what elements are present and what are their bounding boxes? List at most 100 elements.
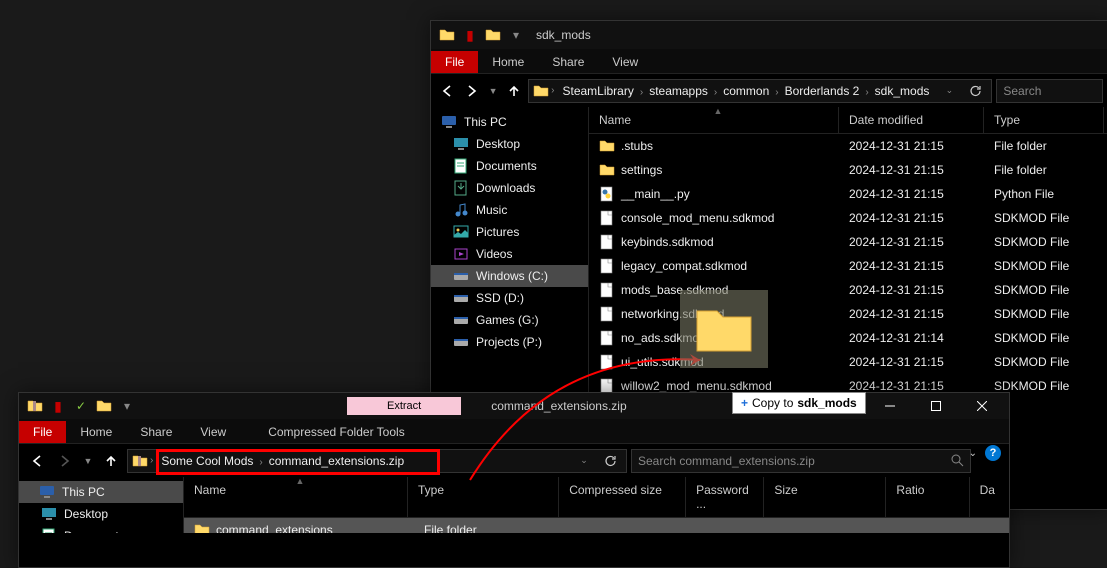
sidebar-this-pc[interactable]: This PC bbox=[19, 481, 183, 503]
breadcrumb[interactable]: Some Cool Mods bbox=[155, 452, 259, 470]
refresh-button[interactable] bbox=[963, 79, 987, 103]
sidebar-item-label: Documents bbox=[64, 529, 125, 533]
sidebar-this-pc[interactable]: This PC bbox=[431, 111, 588, 133]
file-name: __main__.py bbox=[621, 187, 690, 201]
sidebar-item[interactable]: Games (G:) bbox=[431, 309, 588, 331]
sidebar-item[interactable]: Pictures bbox=[431, 221, 588, 243]
maximize-button[interactable] bbox=[913, 392, 959, 420]
col-date[interactable]: Da bbox=[970, 477, 1009, 517]
tab-view[interactable]: View bbox=[186, 421, 240, 443]
tab-view[interactable]: View bbox=[598, 51, 652, 73]
cell-name: __main__.py bbox=[589, 184, 839, 204]
table-row[interactable]: __main__.py2024-12-31 21:15Python File bbox=[589, 182, 1107, 206]
sidebar-item[interactable]: Music bbox=[431, 199, 588, 221]
sidebar-item[interactable]: Downloads bbox=[431, 177, 588, 199]
search-input[interactable]: Search bbox=[996, 79, 1103, 103]
col-ratio[interactable]: Ratio bbox=[886, 477, 969, 517]
sidebar-item[interactable]: Documents bbox=[19, 525, 183, 533]
addr-dropdown[interactable]: ⌄ bbox=[572, 449, 596, 473]
table-row[interactable]: .stubs2024-12-31 21:15File folder bbox=[589, 134, 1107, 158]
col-password[interactable]: Password ... bbox=[686, 477, 764, 517]
qat-item[interactable] bbox=[483, 25, 503, 45]
tooltip-action: Copy to bbox=[752, 396, 793, 410]
file-icon bbox=[599, 210, 615, 226]
cell-name: legacy_compat.sdkmod bbox=[589, 256, 839, 276]
table-row[interactable]: ui_utils.sdkmod2024-12-31 21:15SDKMOD Fi… bbox=[589, 350, 1107, 374]
qat-check[interactable]: ✓ bbox=[71, 396, 91, 416]
picture-icon bbox=[453, 224, 469, 240]
sidebar-item[interactable]: Projects (P:) bbox=[431, 331, 588, 353]
qat-dropdown-icon[interactable]: ▾ bbox=[117, 396, 137, 416]
chevron-right-icon[interactable]: › bbox=[551, 85, 554, 96]
tab-share[interactable]: Share bbox=[538, 51, 598, 73]
file-name: legacy_compat.sdkmod bbox=[621, 259, 747, 273]
breadcrumb[interactable]: sdk_mods bbox=[869, 82, 936, 100]
sidebar-item[interactable]: Windows (C:) bbox=[431, 265, 588, 287]
col-name[interactable]: Name▲ bbox=[184, 477, 408, 517]
table-row[interactable]: console_mod_menu.sdkmod2024-12-31 21:15S… bbox=[589, 206, 1107, 230]
help-icon[interactable]: ? bbox=[985, 445, 1001, 461]
table-row[interactable]: settings2024-12-31 21:15File folder bbox=[589, 158, 1107, 182]
table-row[interactable]: networking.sdkmod2024-12-31 21:15SDKMOD … bbox=[589, 302, 1107, 326]
cell-type: SDKMOD File bbox=[984, 329, 1104, 347]
sidebar-item[interactable]: Documents bbox=[431, 155, 588, 177]
titlebar[interactable]: ▮ ▾ sdk_mods bbox=[431, 21, 1107, 49]
address-bar[interactable]: › Some Cool Mods›command_extensions.zip … bbox=[127, 449, 627, 473]
sidebar-item[interactable]: SSD (D:) bbox=[431, 287, 588, 309]
col-date[interactable]: Date modified bbox=[839, 107, 984, 133]
up-button[interactable] bbox=[503, 79, 524, 103]
sidebar-item[interactable]: Desktop bbox=[19, 503, 183, 525]
window-title: sdk_mods bbox=[536, 28, 591, 42]
table-row[interactable]: no_ads.sdkmod2024-12-31 21:14SDKMOD File bbox=[589, 326, 1107, 350]
minimize-button[interactable] bbox=[867, 392, 913, 420]
chevron-right-icon[interactable]: › bbox=[150, 455, 153, 466]
tab-compressed-tools[interactable]: Compressed Folder Tools bbox=[254, 421, 419, 443]
sidebar-item[interactable]: Videos bbox=[431, 243, 588, 265]
folder-icon bbox=[599, 162, 615, 178]
col-name[interactable]: Name▲ bbox=[589, 107, 839, 133]
expand-ribbon-icon[interactable]: ⌄ bbox=[969, 448, 977, 459]
table-row[interactable]: keybinds.sdkmod2024-12-31 21:15SDKMOD Fi… bbox=[589, 230, 1107, 254]
tab-home[interactable]: Home bbox=[66, 421, 126, 443]
qat-item[interactable] bbox=[94, 396, 114, 416]
col-size[interactable]: Size bbox=[764, 477, 886, 517]
col-type[interactable]: Type bbox=[408, 477, 559, 517]
cell-date: 2024-12-31 21:15 bbox=[839, 353, 984, 371]
up-button[interactable] bbox=[99, 449, 123, 473]
qat-divider: ▮ bbox=[48, 396, 68, 416]
recent-dropdown[interactable]: ▼ bbox=[487, 79, 499, 103]
search-input[interactable]: Search command_extensions.zip bbox=[631, 449, 971, 473]
address-bar[interactable]: › SteamLibrary›steamapps›common›Borderla… bbox=[528, 79, 992, 103]
back-button[interactable] bbox=[437, 79, 458, 103]
python-icon bbox=[599, 186, 615, 202]
close-button[interactable] bbox=[959, 392, 1005, 420]
sidebar-item[interactable]: Desktop bbox=[431, 133, 588, 155]
cell-date: 2024-12-31 21:15 bbox=[839, 257, 984, 275]
file-icon bbox=[599, 306, 615, 322]
tab-share[interactable]: Share bbox=[126, 421, 186, 443]
recent-dropdown[interactable]: ▼ bbox=[81, 449, 95, 473]
tab-file[interactable]: File bbox=[431, 51, 478, 73]
forward-button[interactable] bbox=[462, 79, 483, 103]
table-row[interactable]: legacy_compat.sdkmod2024-12-31 21:15SDKM… bbox=[589, 254, 1107, 278]
breadcrumb[interactable]: steamapps bbox=[643, 82, 714, 100]
refresh-button[interactable] bbox=[598, 449, 622, 473]
table-row[interactable]: command_extensionsFile folder bbox=[184, 518, 1009, 533]
tab-home[interactable]: Home bbox=[478, 51, 538, 73]
table-row[interactable]: mods_base.sdkmod2024-12-31 21:15SDKMOD F… bbox=[589, 278, 1107, 302]
addr-dropdown[interactable]: ⌄ bbox=[937, 79, 961, 103]
breadcrumb[interactable]: common bbox=[717, 82, 775, 100]
back-button[interactable] bbox=[25, 449, 49, 473]
contextual-extract[interactable]: Extract bbox=[347, 397, 461, 415]
col-compressed[interactable]: Compressed size bbox=[559, 477, 686, 517]
tab-file[interactable]: File bbox=[19, 421, 66, 443]
breadcrumb[interactable]: Borderlands 2 bbox=[779, 82, 866, 100]
file-list[interactable]: Name▲ Type Compressed size Password ... … bbox=[184, 477, 1009, 533]
forward-button[interactable] bbox=[53, 449, 77, 473]
breadcrumb[interactable]: SteamLibrary bbox=[556, 82, 639, 100]
file-icon bbox=[599, 234, 615, 250]
qat-dropdown-icon[interactable]: ▾ bbox=[506, 25, 526, 45]
col-type[interactable]: Type bbox=[984, 107, 1104, 133]
cell-name: settings bbox=[589, 160, 839, 180]
breadcrumb[interactable]: command_extensions.zip bbox=[263, 452, 410, 470]
